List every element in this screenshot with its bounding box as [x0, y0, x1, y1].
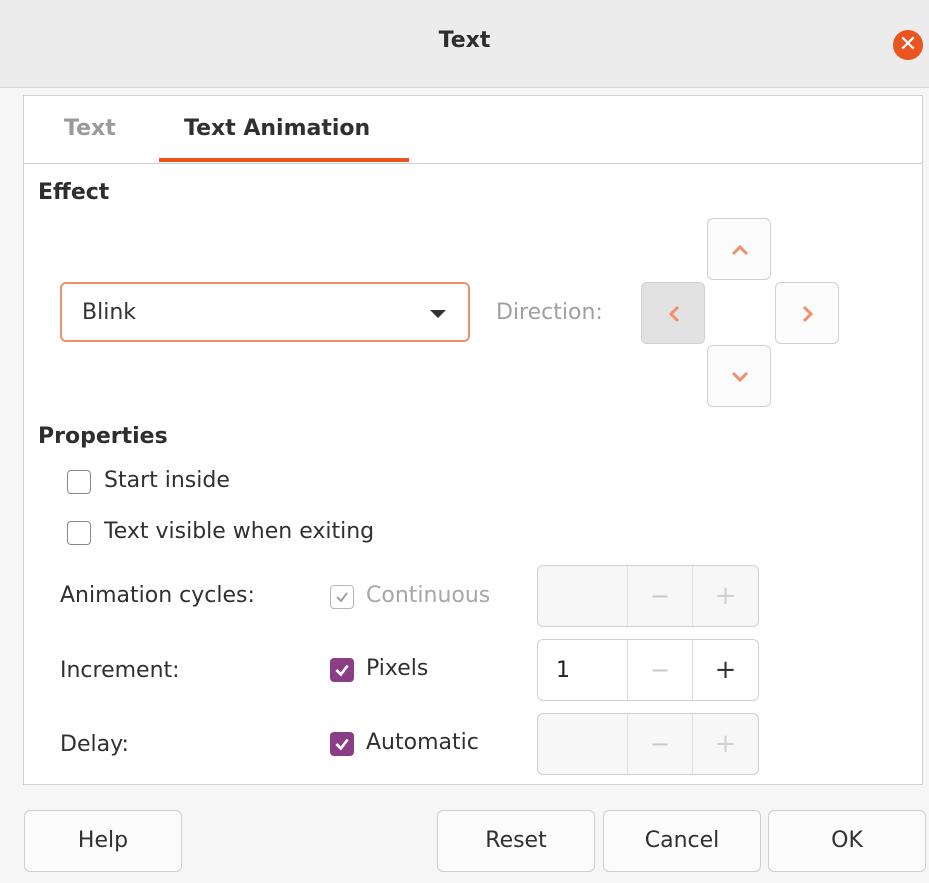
- tab-bar: Text Text Animation: [24, 96, 922, 164]
- delay-increment[interactable]: +: [693, 714, 758, 774]
- effect-section-title: Effect: [38, 180, 110, 205]
- checkmark-icon: [335, 664, 349, 677]
- chevron-left-icon: [668, 305, 680, 323]
- animation-cycles-decrement[interactable]: −: [628, 566, 693, 626]
- animation-cycles-spinbox[interactable]: − +: [537, 565, 759, 627]
- start-inside-checkbox[interactable]: [67, 470, 91, 494]
- checkmark-icon: [336, 592, 348, 603]
- help-button[interactable]: Help: [24, 810, 182, 872]
- animation-cycles-label: Animation cycles:: [60, 583, 255, 608]
- direction-right-button[interactable]: [775, 282, 839, 344]
- continuous-label: Continuous: [366, 583, 491, 608]
- tab-text-animation[interactable]: Text Animation: [184, 116, 370, 141]
- properties-section-title: Properties: [38, 424, 168, 449]
- increment-decrement[interactable]: −: [628, 640, 693, 700]
- increment-input[interactable]: 1: [538, 640, 628, 700]
- continuous-checkbox[interactable]: [330, 585, 354, 609]
- direction-up-button[interactable]: [707, 218, 771, 280]
- pixels-checkbox[interactable]: [330, 658, 354, 682]
- chevron-right-icon: [802, 305, 814, 323]
- text-visible-checkbox[interactable]: [67, 521, 91, 545]
- pixels-label: Pixels: [366, 656, 429, 681]
- close-icon[interactable]: ✕: [893, 30, 923, 60]
- text-visible-label: Text visible when exiting: [104, 519, 375, 544]
- animation-cycles-increment[interactable]: +: [693, 566, 758, 626]
- increment-spinbox[interactable]: 1 − +: [537, 639, 759, 701]
- increment-label: Increment:: [60, 658, 180, 683]
- title-bar: Text ✕: [0, 0, 929, 88]
- tab-text[interactable]: Text: [64, 116, 116, 141]
- chevron-down-icon: [731, 371, 749, 383]
- start-inside-label: Start inside: [104, 468, 230, 493]
- chevron-down-icon: [430, 310, 446, 318]
- effect-dropdown[interactable]: Blink: [60, 282, 470, 342]
- ok-button[interactable]: OK: [768, 810, 926, 872]
- cancel-button[interactable]: Cancel: [603, 810, 761, 872]
- delay-input[interactable]: [538, 714, 628, 774]
- direction-down-button[interactable]: [707, 345, 771, 407]
- automatic-checkbox[interactable]: [330, 732, 354, 756]
- effect-dropdown-value: Blink: [82, 300, 137, 325]
- increment-value: 1: [556, 658, 570, 683]
- delay-label: Delay:: [60, 732, 129, 757]
- automatic-label: Automatic: [366, 730, 479, 755]
- active-tab-indicator: [159, 158, 409, 162]
- chevron-up-icon: [731, 244, 749, 256]
- increment-increment[interactable]: +: [693, 640, 758, 700]
- dialog-panel: Text Text Animation Effect Blink Directi…: [23, 95, 923, 785]
- animation-cycles-input[interactable]: [538, 566, 628, 626]
- checkmark-icon: [335, 738, 349, 751]
- direction-left-button[interactable]: [641, 282, 705, 344]
- delay-spinbox[interactable]: − +: [537, 713, 759, 775]
- window-title: Text: [438, 28, 491, 53]
- delay-decrement[interactable]: −: [628, 714, 693, 774]
- reset-button[interactable]: Reset: [437, 810, 595, 872]
- direction-label: Direction:: [496, 300, 603, 325]
